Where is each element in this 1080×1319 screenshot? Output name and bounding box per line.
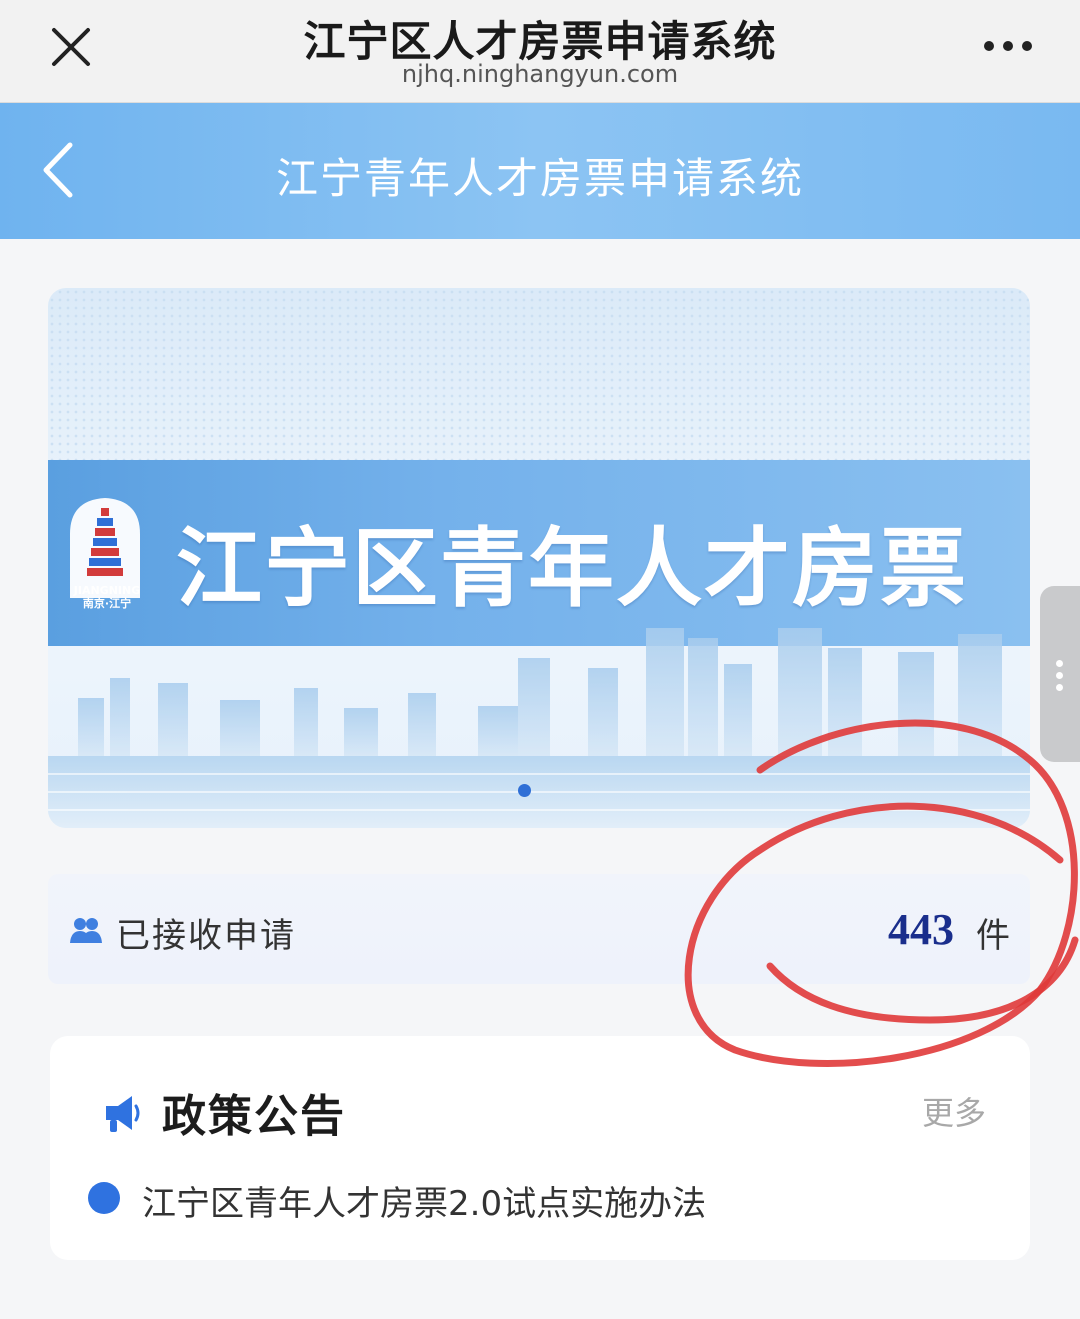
logo-caption-cn: 南京·江宁 (82, 597, 132, 610)
applications-received-stat: 已接收申请 443 件 (48, 874, 1030, 984)
banner-carousel[interactable]: JIANGNING 南京·江宁 江宁区青年人才房票 (48, 288, 1030, 828)
banner-dot-pattern (48, 288, 1030, 468)
handle-dot (1056, 684, 1063, 691)
app-header: 江宁青年人才房票申请系统 (0, 103, 1080, 239)
carousel-indicator-dot[interactable] (518, 784, 531, 797)
megaphone-icon (106, 1096, 140, 1132)
stat-label: 已接收申请 (116, 916, 296, 956)
side-drawer-handle[interactable] (1040, 586, 1080, 762)
more-link[interactable]: 更多 (922, 1088, 986, 1134)
more-horizontal-icon[interactable] (982, 38, 1034, 54)
policy-list-item[interactable]: 江宁区青年人才房票2.0试点实施办法 (86, 1176, 986, 1224)
handle-dot (1056, 672, 1063, 679)
browser-toolbar: 江宁区人才房票申请系统 njhq.ninghangyun.com (0, 0, 1080, 103)
users-icon (70, 918, 102, 943)
policy-section-title: 政策公告 (162, 1091, 346, 1142)
policy-item-title: 江宁区青年人才房票2.0试点实施办法 (142, 1184, 707, 1224)
logo-caption-en: JIANGNING (73, 584, 141, 597)
app-title: 江宁青年人才房票申请系统 (275, 154, 804, 203)
policy-announcements-card: 政策公告 更多 江宁区青年人才房票2.0试点实施办法 (50, 1036, 1030, 1260)
stat-count: 443 (888, 905, 954, 954)
banner-headline: 江宁区青年人才房票 (176, 519, 968, 619)
stat-unit: 件 (976, 916, 1010, 956)
logo-caption: JIANGNING 南京·江宁 (62, 584, 152, 610)
browser-url: njhq.ninghangyun.com (401, 60, 679, 88)
handle-dot (1056, 660, 1063, 667)
bullet-dot (88, 1182, 120, 1214)
city-skyline-illustration (48, 628, 1030, 828)
